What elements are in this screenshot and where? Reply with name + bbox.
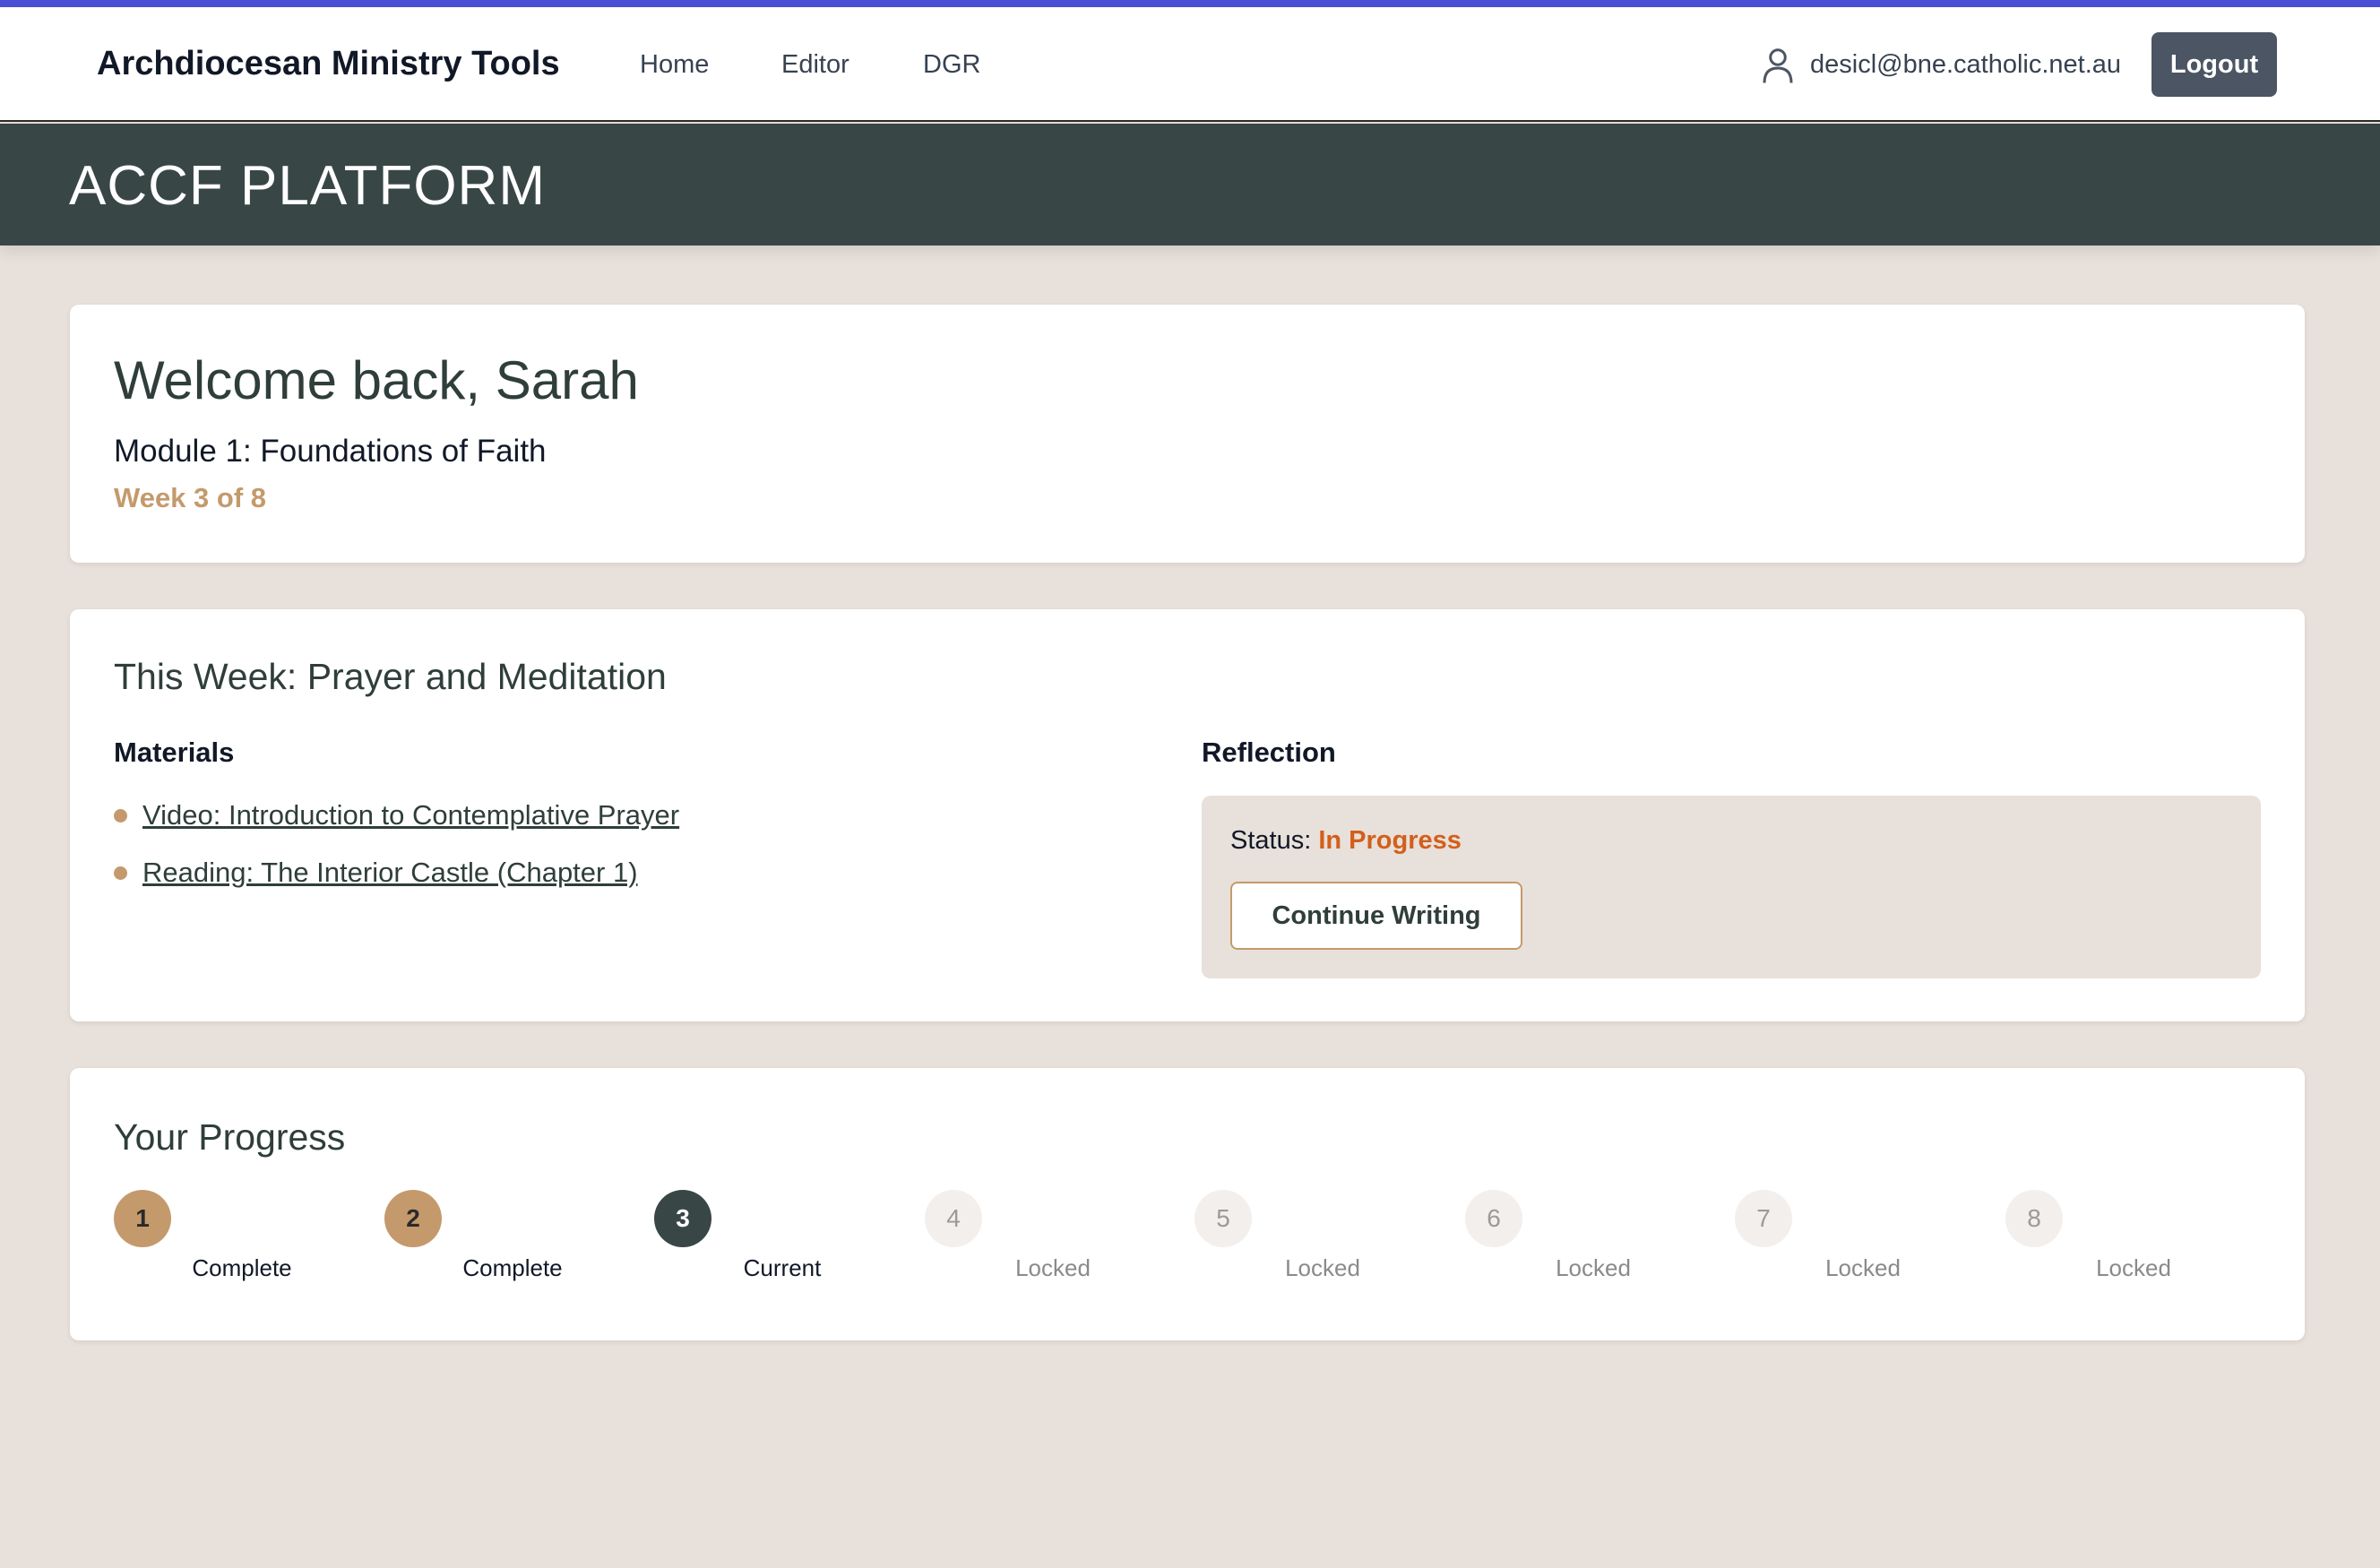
step-status: Locked bbox=[1285, 1254, 1360, 1281]
step-number: 1 bbox=[114, 1190, 171, 1247]
step-status: Locked bbox=[1825, 1254, 1901, 1281]
platform-banner: ACCF PLATFORM bbox=[0, 124, 2380, 246]
welcome-card: Welcome back, Sarah Module 1: Foundation… bbox=[70, 305, 2305, 563]
progress-title: Your Progress bbox=[114, 1116, 346, 1158]
progress-step-8: 8 Locked bbox=[2005, 1190, 2274, 1306]
bullet-dot bbox=[114, 808, 127, 823]
progress-step-4: 4 Locked bbox=[925, 1190, 1194, 1306]
banner-title: ACCF PLATFORM bbox=[69, 155, 546, 217]
this-week-card: This Week: Prayer and Meditation Materia… bbox=[70, 609, 2305, 1021]
step-number: 2 bbox=[384, 1190, 442, 1247]
progress-step-6: 6 Locked bbox=[1465, 1190, 1734, 1306]
welcome-title: Welcome back, Sarah bbox=[114, 350, 639, 410]
progress-step-2: 2 Complete bbox=[384, 1190, 653, 1306]
user-email: desicl@bne.catholic.net.au bbox=[1810, 50, 2122, 79]
week-indicator: Week 3 of 8 bbox=[114, 482, 267, 513]
status-label: Status: bbox=[1230, 826, 1312, 855]
brand-title[interactable]: Archdiocesan Ministry Tools bbox=[97, 45, 560, 83]
bullet-dot bbox=[114, 866, 127, 880]
reflection-heading: Reflection bbox=[1202, 737, 1336, 768]
step-status: Locked bbox=[1556, 1254, 1631, 1281]
logout-button[interactable]: Logout bbox=[2151, 32, 2277, 97]
progress-step-3: 3 Current bbox=[654, 1190, 923, 1306]
step-number: 8 bbox=[2005, 1190, 2063, 1247]
step-status: Current bbox=[743, 1254, 822, 1281]
step-number: 3 bbox=[654, 1190, 711, 1247]
material-link-video[interactable]: Video: Introduction to Contemplative Pra… bbox=[142, 799, 679, 831]
step-status: Locked bbox=[2096, 1254, 2171, 1281]
material-item: Video: Introduction to Contemplative Pra… bbox=[114, 797, 679, 833]
step-number: 6 bbox=[1465, 1190, 1522, 1247]
step-number: 7 bbox=[1735, 1190, 1792, 1247]
continue-writing-button[interactable]: Continue Writing bbox=[1230, 882, 1522, 950]
navbar: Archdiocesan Ministry Tools Home Editor … bbox=[0, 7, 2380, 122]
this-week-title: This Week: Prayer and Meditation bbox=[114, 656, 667, 697]
step-status: Complete bbox=[192, 1254, 292, 1281]
top-accent-bar bbox=[0, 0, 2380, 7]
material-item: Reading: The Interior Castle (Chapter 1) bbox=[114, 855, 638, 891]
nav-link-editor[interactable]: Editor bbox=[781, 50, 849, 80]
material-link-reading[interactable]: Reading: The Interior Castle (Chapter 1) bbox=[142, 857, 638, 889]
module-title: Module 1: Foundations of Faith bbox=[114, 434, 547, 469]
nav-link-home[interactable]: Home bbox=[640, 50, 709, 80]
step-status: Complete bbox=[462, 1254, 563, 1281]
step-status: Locked bbox=[1015, 1254, 1091, 1281]
nav-link-dgr[interactable]: DGR bbox=[923, 50, 980, 80]
materials-heading: Materials bbox=[114, 737, 235, 768]
progress-step-5: 5 Locked bbox=[1194, 1190, 1463, 1306]
reflection-status: Status: In Progress bbox=[1230, 826, 1462, 856]
progress-step-7: 7 Locked bbox=[1735, 1190, 2004, 1306]
progress-step-1: 1 Complete bbox=[114, 1190, 383, 1306]
progress-card: Your Progress 1 Complete 2 Complete 3 Cu… bbox=[70, 1068, 2305, 1340]
user-icon bbox=[1763, 48, 1793, 83]
step-number: 5 bbox=[1194, 1190, 1252, 1247]
reflection-panel: Status: In Progress Continue Writing bbox=[1202, 796, 2261, 978]
step-number: 4 bbox=[925, 1190, 982, 1247]
status-value: In Progress bbox=[1318, 826, 1462, 855]
